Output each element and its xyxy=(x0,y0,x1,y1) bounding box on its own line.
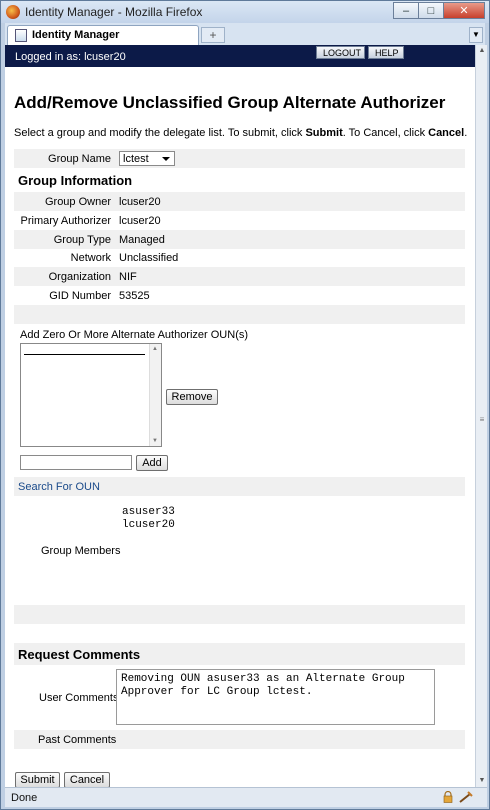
firefox-icon xyxy=(6,5,20,19)
scroll-down-icon[interactable]: ▼ xyxy=(152,438,158,444)
new-tab-button[interactable]: + xyxy=(201,27,225,43)
window-controls: – □ ✕ xyxy=(393,2,485,20)
instructions-cancel-word: Cancel xyxy=(428,127,465,139)
group-type-label: Group Type xyxy=(53,234,111,246)
group-information-heading: Group Information xyxy=(18,173,133,188)
instructions-submit-word: Submit xyxy=(305,127,343,139)
primary-authorizer-row: Primary Authorizer lcuser20 xyxy=(14,211,465,230)
group-type-row: Group Type Managed xyxy=(14,230,465,249)
oun-input[interactable] xyxy=(20,455,132,470)
primary-authorizer-value: lcuser20 xyxy=(119,215,161,227)
add-button[interactable]: Add xyxy=(136,455,168,471)
remove-button[interactable]: Remove xyxy=(166,389,218,405)
status-text: Done xyxy=(11,792,38,804)
lock-icon xyxy=(443,791,453,803)
network-row: Network Unclassified xyxy=(14,248,465,267)
user-comments-line-1: Removing OUN asuser33 as an Alternate Gr… xyxy=(121,673,405,685)
page-content: Logged in as: lcuser20 LOGOUT HELP Add/R… xyxy=(5,45,475,787)
java-page-icon xyxy=(15,29,27,42)
minimize-button[interactable]: – xyxy=(393,2,419,19)
gid-number-value: 53525 xyxy=(119,290,150,302)
group-members-label: Group Members xyxy=(41,545,121,557)
group-name-select[interactable]: lctest xyxy=(119,151,175,166)
scroll-up-icon[interactable]: ▲ xyxy=(152,346,158,352)
group-name-label: Group Name xyxy=(48,153,111,165)
close-button[interactable]: ✕ xyxy=(443,2,485,19)
gid-number-row: GID Number 53525 xyxy=(14,286,465,305)
request-comments-heading: Request Comments xyxy=(18,647,141,662)
chevron-down-icon xyxy=(162,157,170,161)
group-owner-row: Group Owner lcuser20 xyxy=(14,192,465,211)
instructions: Select a group and modify the delegate l… xyxy=(14,127,467,139)
organization-label: Organization xyxy=(48,271,111,283)
list-item: asuser33 xyxy=(122,506,175,518)
past-comments-row: Past Comments xyxy=(14,730,465,749)
scroll-up-icon[interactable]: ▲ xyxy=(476,45,488,57)
logout-button[interactable]: LOGOUT xyxy=(316,46,365,59)
spacer-row-2 xyxy=(14,605,465,624)
instructions-text-2: . To Cancel, click xyxy=(342,127,429,139)
submit-button[interactable]: Submit xyxy=(15,772,60,787)
tab-list-button[interactable]: ▼ xyxy=(469,27,483,43)
organization-value: NIF xyxy=(119,271,137,283)
window-title: Identity Manager - Mozilla Firefox xyxy=(25,5,203,19)
network-label: Network xyxy=(70,252,111,264)
cancel-button[interactable]: Cancel xyxy=(64,772,110,787)
status-bar: Done xyxy=(5,787,487,807)
group-members-list: asuser33 lcuser20 xyxy=(122,506,175,532)
group-name-value: lctest xyxy=(123,153,149,165)
scroll-down-icon[interactable]: ▼ xyxy=(476,775,488,787)
organization-row: Organization NIF xyxy=(14,267,465,286)
tab-label: Identity Manager xyxy=(32,29,120,41)
user-comments-line-2: Approver for LC Group lctest. xyxy=(121,686,313,698)
primary-authorizer-label: Primary Authorizer xyxy=(20,215,111,227)
group-owner-label: Group Owner xyxy=(44,196,111,208)
page-title: Add/Remove Unclassified Group Alternate … xyxy=(14,93,446,112)
gid-number-label: GID Number xyxy=(49,290,111,302)
group-type-value: Managed xyxy=(119,234,165,246)
instructions-end: . xyxy=(464,127,468,139)
search-for-oun-link[interactable]: Search For OUN xyxy=(18,481,100,493)
list-item: lcuser20 xyxy=(122,519,175,531)
title-bar: Identity Manager - Mozilla Firefox – □ ✕ xyxy=(1,1,489,23)
help-button[interactable]: HELP xyxy=(368,46,404,59)
past-comments-label: Past Comments xyxy=(38,734,117,746)
browser-window: Identity Manager - Mozilla Firefox – □ ✕… xyxy=(0,0,490,810)
maximize-button[interactable]: □ xyxy=(418,2,444,19)
list-item[interactable] xyxy=(24,354,145,355)
tab-bar: Identity Manager + ▼ xyxy=(5,23,485,45)
listbox-scrollbar[interactable]: ▲ ▼ xyxy=(149,344,161,446)
authorizers-listbox[interactable]: ▲ ▼ xyxy=(20,343,162,447)
spacer-row xyxy=(14,305,465,324)
page-scrollbar[interactable]: ▲ ≡ ▼ xyxy=(475,45,487,787)
logged-in-user: Logged in as: lcuser20 xyxy=(15,51,126,63)
instructions-text: Select a group and modify the delegate l… xyxy=(14,127,306,139)
app-header: Logged in as: lcuser20 LOGOUT HELP xyxy=(5,45,475,67)
addon-icon[interactable] xyxy=(459,791,473,803)
user-comments-textarea[interactable]: Removing OUN asuser33 as an Alternate Gr… xyxy=(116,669,435,725)
group-owner-value: lcuser20 xyxy=(119,196,161,208)
group-name-row: Group Name lctest xyxy=(14,149,465,168)
authorizers-label: Add Zero Or More Alternate Authorizer OU… xyxy=(20,329,249,341)
tab-identity-manager[interactable]: Identity Manager xyxy=(7,25,199,45)
user-comments-label: User Comments xyxy=(39,692,119,704)
scroll-grip-icon[interactable]: ≡ xyxy=(478,415,486,424)
network-value: Unclassified xyxy=(119,252,179,264)
